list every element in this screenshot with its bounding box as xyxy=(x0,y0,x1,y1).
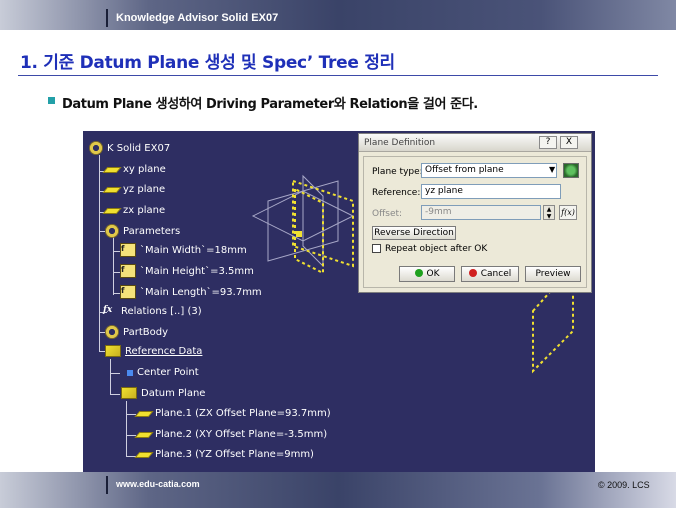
tree-item-center-point[interactable]: Center Point xyxy=(127,367,199,378)
origin-marker xyxy=(296,231,302,237)
plane-type-select[interactable]: Offset from plane xyxy=(421,163,557,178)
tree-label: PartBody xyxy=(123,326,168,338)
title-rule xyxy=(18,75,658,76)
reverse-direction-button[interactable]: Reverse Direction xyxy=(372,226,456,240)
plane-type-value: Offset from plane xyxy=(425,165,504,175)
tree-item-main-height[interactable]: f `Main Height`=3.5mm xyxy=(120,264,254,278)
course-title: Knowledge Advisor Solid EX07 xyxy=(116,12,279,24)
tree-label: Relations [..] (3) xyxy=(121,305,202,317)
cancel-button[interactable]: Cancel xyxy=(461,266,519,282)
tree-item-zx-plane[interactable]: zx plane xyxy=(102,205,166,216)
tree-item-partbody[interactable]: PartBody xyxy=(105,325,168,339)
offset-field[interactable]: -9mm xyxy=(421,205,541,220)
dialog-titlebar[interactable]: Plane Definition ? X xyxy=(359,134,591,152)
tree-item-xy-plane[interactable]: xy plane xyxy=(102,164,166,175)
bullet-text: Datum Plane 생성하여 Driving Parameter와 Rela… xyxy=(62,97,478,112)
relations-icon: fx xyxy=(103,305,113,315)
help-button[interactable]: ? xyxy=(539,136,557,149)
tree-label: Center Point xyxy=(137,367,199,378)
formula-button[interactable]: f(x) xyxy=(559,205,577,220)
tree-item-yz-plane[interactable]: yz plane xyxy=(102,184,166,195)
tree-root-label: K Solid EX07 xyxy=(107,142,171,154)
tree-label: Datum Plane xyxy=(141,387,206,399)
parameters-icon xyxy=(105,224,119,238)
plane-icon xyxy=(134,410,154,417)
plane-icon xyxy=(102,166,122,173)
repeat-checkbox[interactable] xyxy=(372,244,381,253)
catia-screenshot: K Solid EX07 xy plane yz plane zx plane … xyxy=(83,131,595,472)
footer-copyright: © 2009. LCS xyxy=(598,480,650,490)
tree-item-main-width[interactable]: f `Main Width`=18mm xyxy=(120,243,247,257)
tree-line xyxy=(110,359,111,395)
tree-item-datum-plane[interactable]: Datum Plane xyxy=(121,387,205,399)
folder-icon xyxy=(105,345,121,357)
tree-label: yz plane xyxy=(123,184,166,195)
reference-field[interactable]: yz plane xyxy=(421,184,561,199)
tree-item-parameters[interactable]: Parameters xyxy=(105,224,180,238)
tree-label: zx plane xyxy=(123,205,166,216)
close-button[interactable]: X xyxy=(560,136,578,149)
reference-planes xyxy=(251,174,355,268)
parameter-icon: f xyxy=(120,243,136,257)
tree-line xyxy=(110,394,120,395)
tree-label: Plane.3 (YZ Offset Plane=9mm) xyxy=(155,449,314,460)
plane-type-lock-icon[interactable] xyxy=(563,163,579,178)
offset-label: Offset: xyxy=(372,209,403,219)
reference-value: yz plane xyxy=(425,186,463,196)
repeat-label: Repeat object after OK xyxy=(385,244,488,254)
tree-label: `Main Width`=18mm xyxy=(140,244,247,256)
dialog-title: Plane Definition xyxy=(364,138,436,148)
tree-root[interactable]: K Solid EX07 xyxy=(89,141,170,155)
plane-type-label: Plane type: xyxy=(372,167,423,177)
plane-icon xyxy=(102,207,122,214)
plane-icon xyxy=(134,451,154,458)
bullet-marker xyxy=(48,97,55,104)
plane-icon xyxy=(134,431,154,438)
tree-item-plane-3[interactable]: Plane.3 (YZ Offset Plane=9mm) xyxy=(134,449,314,460)
plane-icon xyxy=(102,186,122,193)
reference-label: Reference: xyxy=(372,188,421,198)
partbody-icon xyxy=(105,325,119,339)
tree-label: xy plane xyxy=(123,164,166,175)
tree-item-main-length[interactable]: f `Main Length`=93.7mm xyxy=(120,285,262,299)
tree-item-reference-data[interactable]: Reference Data xyxy=(105,345,202,357)
offset-value: -9mm xyxy=(425,207,452,217)
ok-button[interactable]: OK xyxy=(399,266,455,282)
header-banner: Knowledge Advisor Solid EX07 xyxy=(0,0,676,30)
ok-icon xyxy=(414,269,423,277)
tree-label: Reference Data xyxy=(125,345,203,357)
tree-line xyxy=(113,237,114,295)
parameter-icon: f xyxy=(120,264,136,278)
header-divider xyxy=(106,9,108,27)
plane-definition-dialog: Plane Definition ? X Plane type: Offset … xyxy=(358,133,592,293)
tree-item-relations[interactable]: fx Relations [..] (3) xyxy=(103,305,202,317)
cancel-label: Cancel xyxy=(480,269,512,279)
tree-line xyxy=(99,155,100,351)
offset-spinner[interactable]: ▲ ▼ xyxy=(543,205,555,220)
tree-label: Parameters xyxy=(123,225,181,237)
slide-title: 1. 기준 Datum Plane 생성 및 Spec’ Tree 정리 xyxy=(20,53,395,73)
footer-banner: www.edu-catia.com © 2009. LCS xyxy=(0,472,676,508)
cancel-icon xyxy=(468,269,477,277)
part-icon xyxy=(89,141,103,155)
ok-label: OK xyxy=(426,269,440,279)
point-icon xyxy=(127,369,133,376)
tree-line xyxy=(110,373,120,374)
tree-label: `Main Height`=3.5mm xyxy=(140,265,254,277)
footer-url: www.edu-catia.com xyxy=(116,479,200,489)
parameter-icon: f xyxy=(120,285,136,299)
preview-button[interactable]: Preview xyxy=(525,266,581,282)
chevron-down-icon[interactable]: ▼ xyxy=(549,165,555,174)
folder-icon xyxy=(121,387,137,399)
footer-divider xyxy=(106,476,108,494)
tree-line xyxy=(126,401,127,457)
